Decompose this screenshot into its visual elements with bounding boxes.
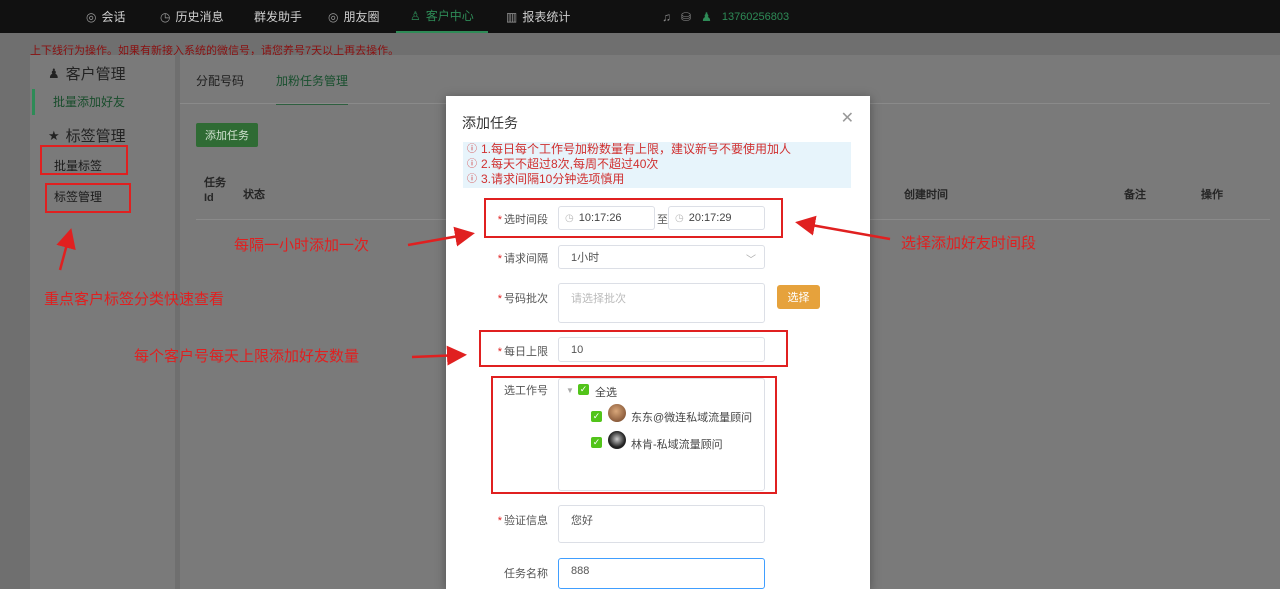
arrow-to-tags — [56, 228, 76, 271]
arrow-to-time-range — [795, 215, 891, 241]
arrow-to-daily-limit — [411, 345, 467, 366]
annotation-arrows — [56, 215, 891, 366]
arrow-to-time-range — [407, 226, 475, 247]
